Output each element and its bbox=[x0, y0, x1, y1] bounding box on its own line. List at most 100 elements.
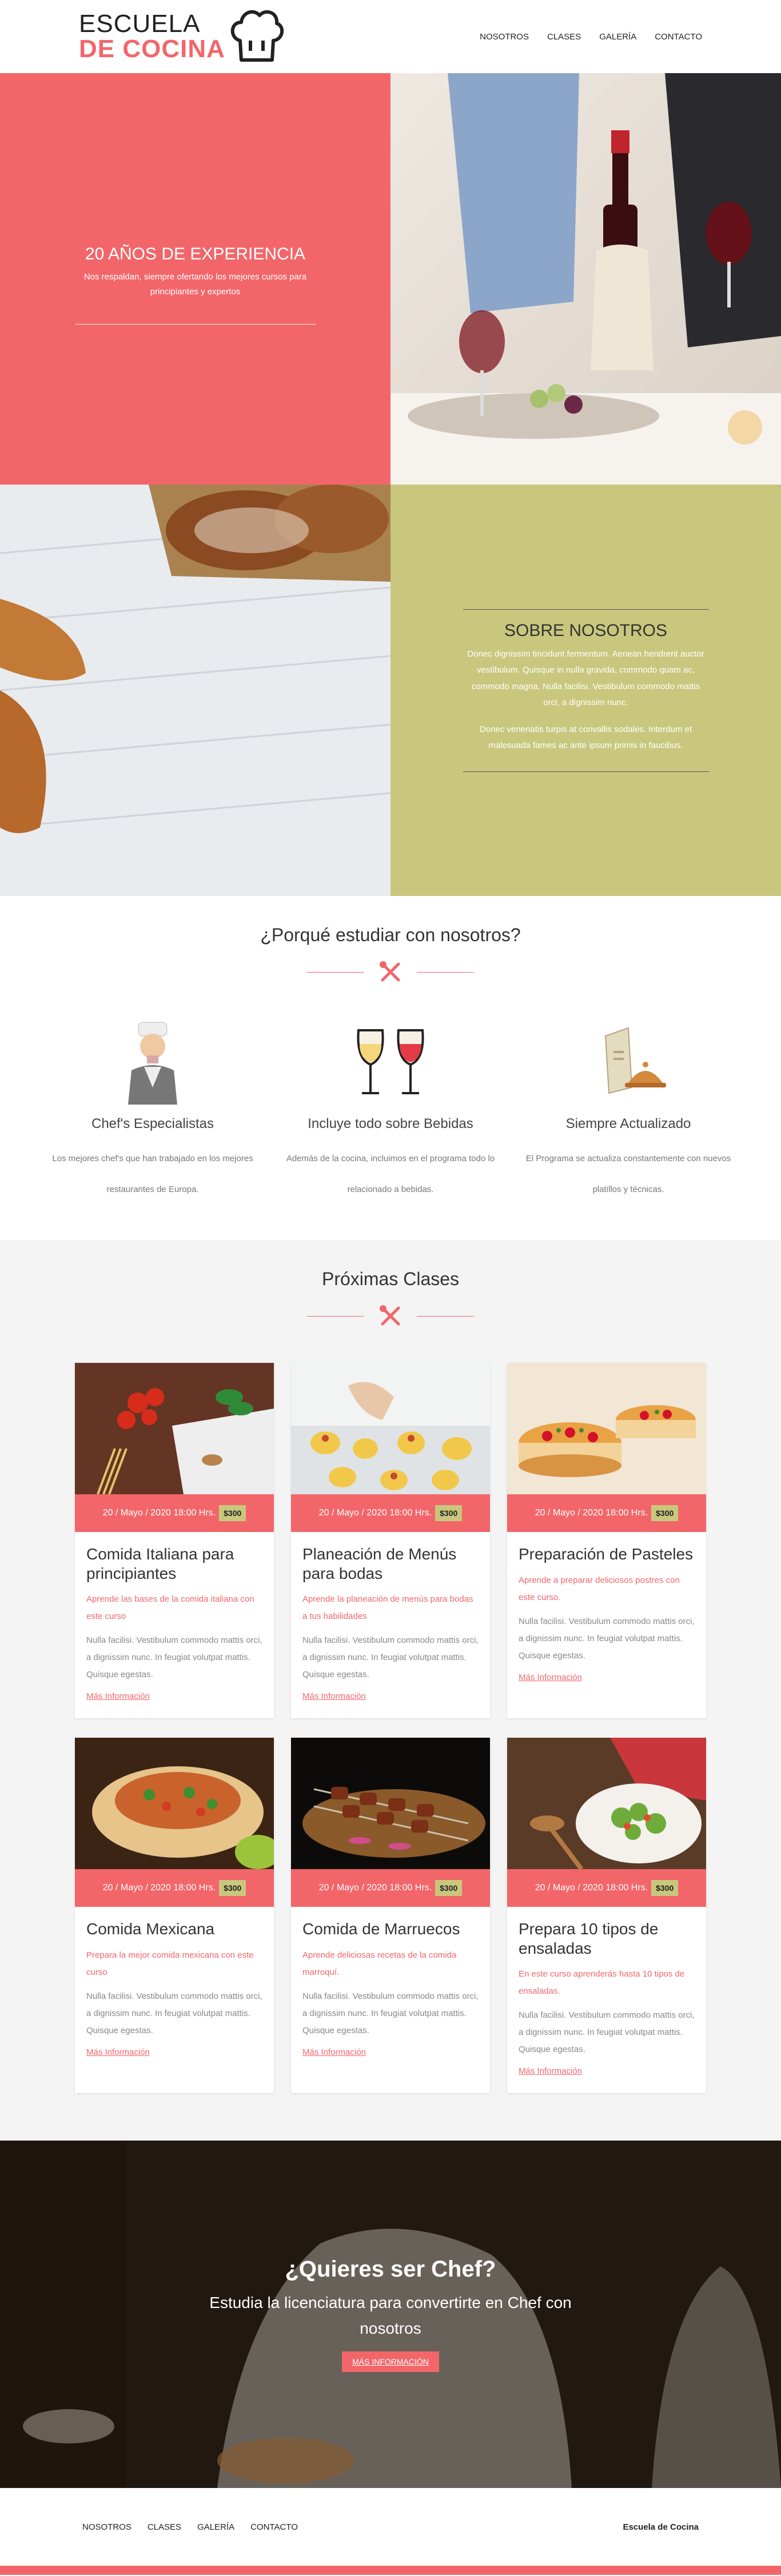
wine-glasses-icon bbox=[357, 1029, 424, 1094]
class-title: Preparación de Pasteles bbox=[519, 1545, 694, 1563]
class-card[interactable]: 20 / Mayo / 2020 18:00 Hrs. $300 Comida M… bbox=[75, 1738, 274, 2093]
classes-divider bbox=[0, 1303, 781, 1329]
class-more-link[interactable]: Más Información bbox=[519, 2066, 582, 2076]
about-text-1: Donec dignissim tincidunt fermentum. Aen… bbox=[467, 649, 704, 708]
about-divider-top bbox=[463, 609, 709, 610]
cta-text: Estudia la licenciatura para convertirte… bbox=[209, 2293, 572, 2337]
why-divider bbox=[0, 959, 781, 985]
footer-nav-nosotros[interactable]: NOSOTROS bbox=[82, 2522, 132, 2532]
class-more-link[interactable]: Más Información bbox=[302, 1691, 366, 1701]
chef-cta: ¿Quieres ser Chef? Estudia la licenciatu… bbox=[0, 2141, 781, 2488]
about-text-2: Donec venenatis turpis at convallis soda… bbox=[479, 724, 692, 751]
class-image-italian bbox=[75, 1363, 274, 1494]
nav-contacto[interactable]: CONTACTO bbox=[655, 32, 702, 42]
class-cards-row-1: 20 / Mayo / 2020 18:00 Hrs. $300 Comida I… bbox=[0, 1363, 781, 1718]
class-more-link[interactable]: Más Información bbox=[519, 1673, 582, 1682]
class-description: Nulla facilisi. Vestibulum commodo matti… bbox=[519, 2010, 695, 2055]
class-date: 20 / Mayo / 2020 18:00 Hrs. bbox=[535, 1883, 648, 1893]
class-title: Planeación de Menús para bodas bbox=[302, 1545, 457, 1582]
class-image-wedding bbox=[291, 1363, 490, 1494]
nav-clases[interactable]: CLASES bbox=[547, 32, 581, 42]
chef-hat-icon bbox=[230, 10, 284, 62]
feature-drinks-text: Además de la cocina, incluimos en el pro… bbox=[286, 1154, 495, 1194]
experience-panel: 20 AÑOS DE EXPERIENCIA Nos respaldan, si… bbox=[0, 73, 390, 485]
feature-drinks-title: Incluye todo sobre Bebidas bbox=[308, 1116, 473, 1131]
class-title: Comida Mexicana bbox=[86, 1920, 215, 1938]
hero-row: 20 AÑOS DE EXPERIENCIA Nos respaldan, si… bbox=[0, 73, 781, 485]
class-date: 20 / Mayo / 2020 18:00 Hrs. bbox=[535, 1508, 648, 1518]
class-date: 20 / Mayo / 2020 18:00 Hrs. bbox=[318, 1508, 432, 1518]
class-more-link[interactable]: Más Información bbox=[302, 2047, 366, 2057]
feature-chefs-title: Chef's Especialistas bbox=[91, 1116, 214, 1131]
class-title: Comida de Marruecos bbox=[302, 1920, 460, 1938]
utensils-icon bbox=[380, 961, 400, 982]
class-description: Nulla facilisi. Vestibulum commodo matti… bbox=[86, 1635, 262, 1680]
class-subtitle: Aprende a preparar deliciosos postres co… bbox=[519, 1575, 680, 1602]
footer-nav-contacto[interactable]: CONTACTO bbox=[250, 2522, 298, 2532]
chef-icon bbox=[128, 1022, 177, 1105]
about-row: SOBRE NOSOTROS Donec dignissim tincidunt… bbox=[0, 485, 781, 896]
class-image-mexican bbox=[75, 1738, 274, 1869]
class-subtitle: Aprende la planeación de menús para boda… bbox=[302, 1594, 473, 1622]
class-card[interactable]: 20 / Mayo / 2020 18:00 Hrs. $300 Prepara … bbox=[507, 1738, 706, 2093]
class-card[interactable]: 20 / Mayo / 2020 18:00 Hrs. $300 Planeaci… bbox=[291, 1363, 490, 1718]
salad-image bbox=[507, 1738, 706, 1869]
class-price: $300 bbox=[435, 1880, 463, 1896]
why-title: ¿Porqué estudiar con nosotros? bbox=[260, 925, 521, 945]
class-card[interactable]: 20 / Mayo / 2020 18:00 Hrs. $300 Preparac… bbox=[507, 1363, 706, 1718]
italian-food-image bbox=[75, 1363, 274, 1494]
pastries-image bbox=[507, 1363, 706, 1494]
why-section: ¿Porqué estudiar con nosotros? Chef's Es… bbox=[0, 896, 781, 1240]
bread-image bbox=[0, 485, 390, 896]
class-price: $300 bbox=[651, 1505, 679, 1521]
class-price: $300 bbox=[651, 1880, 679, 1896]
logo-line1: ESCUELA bbox=[79, 10, 201, 38]
experience-divider bbox=[75, 324, 316, 325]
class-description: Nulla facilisi. Vestibulum commodo matti… bbox=[86, 1991, 262, 2035]
experience-text: Nos respaldan, siempre ofertando los mej… bbox=[83, 272, 307, 297]
feature-chefs-text: Los mejores chef's que han trabajado en … bbox=[52, 1154, 253, 1194]
experience-title: 20 AÑOS DE EXPERIENCIA bbox=[85, 245, 306, 263]
utensils-icon bbox=[380, 1305, 400, 1326]
about-title: SOBRE NOSOTROS bbox=[504, 621, 668, 640]
footer-nav-clases[interactable]: CLASES bbox=[148, 2522, 181, 2532]
class-title: Comida Italiana para principiantes bbox=[86, 1545, 234, 1582]
bread-photo bbox=[0, 485, 390, 896]
feature-updated-title: Siempre Actualizado bbox=[565, 1116, 691, 1131]
feature-chefs: Chef's Especialistas Los mejores chef's … bbox=[45, 1019, 260, 1205]
class-date: 20 / Mayo / 2020 18:00 Hrs. bbox=[102, 1883, 216, 1893]
class-image-salads bbox=[507, 1738, 706, 1869]
class-image-morocco bbox=[291, 1738, 490, 1869]
class-description: Nulla facilisi. Vestibulum commodo matti… bbox=[302, 1635, 479, 1680]
class-subtitle: En este curso aprenderás hasta 10 tipos … bbox=[519, 1969, 685, 1997]
class-price: $300 bbox=[219, 1505, 246, 1521]
feature-updated: Siempre Actualizado El Programa se actua… bbox=[521, 1019, 736, 1205]
moroccan-food-image bbox=[291, 1738, 490, 1869]
classes-title: Próximas Clases bbox=[321, 1269, 460, 1289]
mexican-food-image bbox=[75, 1738, 274, 1869]
menu-cloche-icon bbox=[604, 1027, 666, 1094]
site-footer: NOSOTROS CLASES GALERÍA CONTACTO Escuela… bbox=[0, 2488, 781, 2575]
classes-section: Próximas Clases 20 / Mayo / 2020 18:00 H… bbox=[0, 1240, 781, 2141]
cta-more-info-button[interactable]: MÁS INFORMACIÓN bbox=[342, 2351, 439, 2373]
feature-drinks: Incluye todo sobre Bebidas Además de la … bbox=[283, 1019, 498, 1205]
nav-nosotros[interactable]: NOSOTROS bbox=[480, 32, 529, 42]
class-date: 20 / Mayo / 2020 18:00 Hrs. bbox=[102, 1508, 216, 1518]
class-subtitle: Prepara la mejor comida mexicana con est… bbox=[86, 1950, 254, 1977]
footer-nav-galeria[interactable]: GALERÍA bbox=[197, 2522, 234, 2532]
class-more-link[interactable]: Más Información bbox=[86, 1691, 150, 1701]
class-subtitle: Aprende las bases de la comida italiana … bbox=[86, 1594, 254, 1622]
nav-galeria[interactable]: GALERÍA bbox=[599, 32, 636, 42]
class-card[interactable]: 20 / Mayo / 2020 18:00 Hrs. $300 Comida I… bbox=[75, 1363, 274, 1718]
wine-image bbox=[390, 73, 781, 485]
class-description: Nulla facilisi. Vestibulum commodo matti… bbox=[302, 1991, 479, 2035]
class-card[interactable]: 20 / Mayo / 2020 18:00 Hrs. $300 Comida d… bbox=[291, 1738, 490, 2093]
cta-title: ¿Quieres ser Chef? bbox=[285, 2256, 496, 2282]
logo[interactable]: ESCUELA DE COCINA bbox=[79, 5, 285, 68]
class-cards-row-2: 20 / Mayo / 2020 18:00 Hrs. $300 Comida M… bbox=[0, 1738, 781, 2093]
class-more-link[interactable]: Más Información bbox=[86, 2047, 150, 2057]
feature-updated-text: El Programa se actualiza constantemente … bbox=[525, 1154, 731, 1194]
wedding-menu-image bbox=[291, 1363, 490, 1494]
site-header: ESCUELA DE COCINA NOSOTROS CLASES GALERÍ… bbox=[0, 0, 781, 73]
about-divider-bottom bbox=[463, 771, 709, 772]
